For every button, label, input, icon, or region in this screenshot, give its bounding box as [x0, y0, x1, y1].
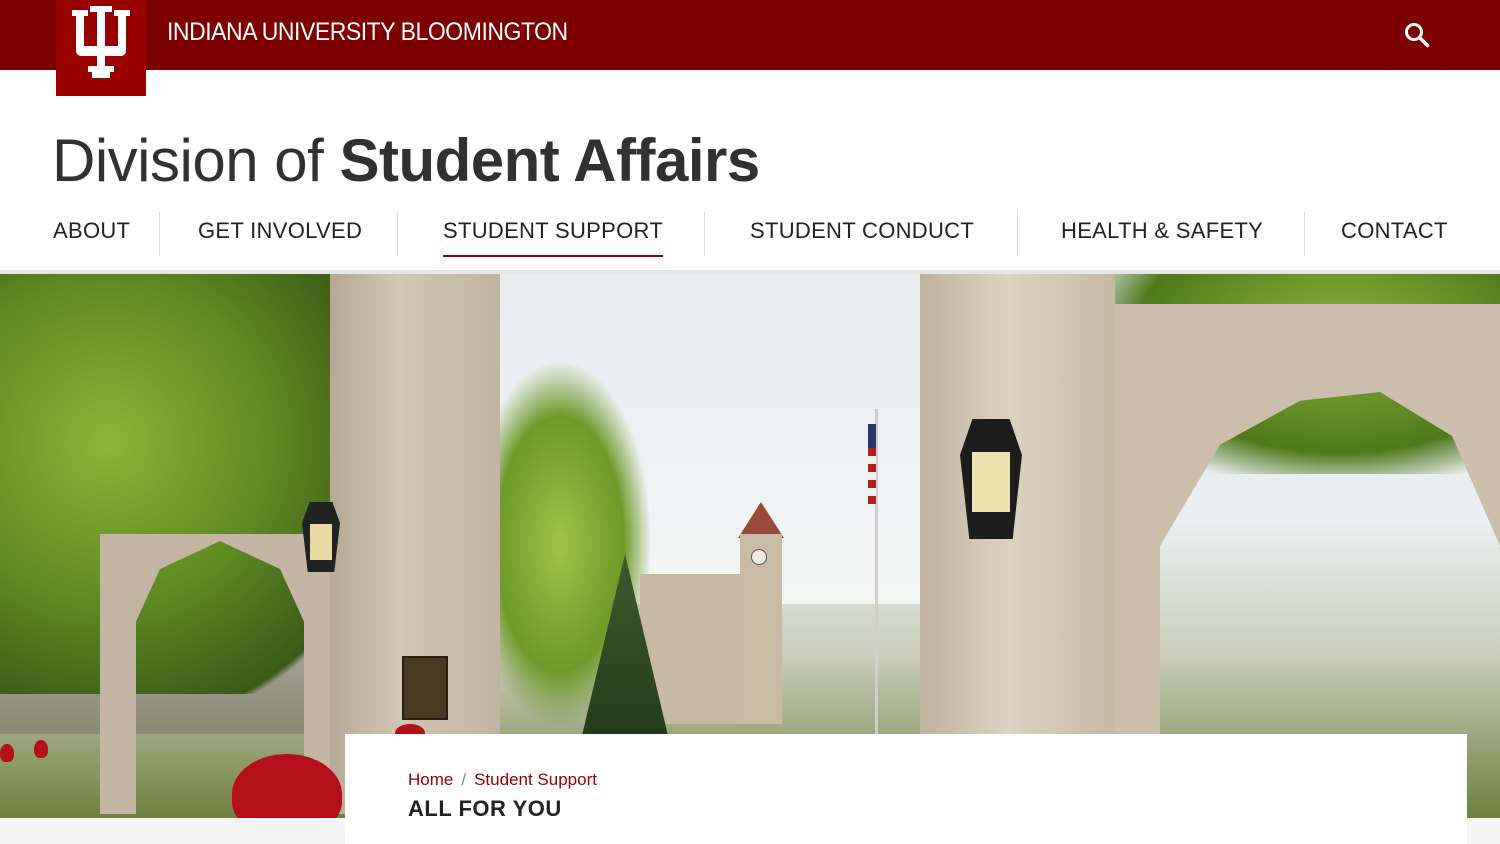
- search-icon: [1405, 23, 1430, 48]
- trident-logo-icon: [72, 6, 130, 78]
- main-nav: ABOUT GET INVOLVED STUDENT SUPPORT STUDE…: [0, 208, 1500, 264]
- tulip-icon: [0, 744, 14, 762]
- nav-divider: [159, 212, 160, 256]
- top-bar: INDIANA UNIVERSITY BLOOMINGTON: [0, 0, 1500, 70]
- nav-health-safety[interactable]: HEALTH & SAFETY: [1061, 208, 1263, 254]
- nav-divider: [1017, 212, 1018, 256]
- nav-get-involved[interactable]: GET INVOLVED: [198, 208, 362, 254]
- nav-about[interactable]: ABOUT: [53, 208, 130, 254]
- hero-plaque: [402, 656, 448, 720]
- nav-contact[interactable]: CONTACT: [1341, 208, 1448, 254]
- search-button[interactable]: [1387, 0, 1447, 70]
- university-name-link[interactable]: INDIANA UNIVERSITY BLOOMINGTON: [167, 18, 568, 47]
- page-title: ALL FOR YOU: [408, 796, 562, 821]
- nav-divider: [397, 212, 398, 256]
- site-title-bold: Student Affairs: [339, 127, 760, 194]
- breadcrumb-home[interactable]: Home: [408, 770, 453, 789]
- iu-logo[interactable]: [56, 0, 146, 96]
- nav-student-conduct[interactable]: STUDENT CONDUCT: [750, 208, 974, 254]
- nav-divider: [1304, 212, 1305, 256]
- breadcrumb-separator: /: [461, 770, 467, 789]
- tulip-icon: [34, 740, 48, 758]
- breadcrumb: Home / Student Support: [408, 770, 597, 790]
- tulip-icon: [232, 754, 342, 824]
- lantern-glass: [310, 524, 332, 560]
- site-title[interactable]: Division of Student Affairs: [52, 126, 760, 195]
- hero-gate-right-pillar: [920, 274, 1115, 744]
- breadcrumb-student-support[interactable]: Student Support: [474, 770, 597, 789]
- lantern-glass: [972, 452, 1010, 512]
- nav-divider: [704, 212, 705, 256]
- site-title-light: Division of: [52, 127, 340, 194]
- hero-gate-right-arch: [1100, 304, 1500, 744]
- clock-icon: [751, 549, 767, 565]
- nav-student-support[interactable]: STUDENT SUPPORT: [443, 208, 664, 257]
- american-flag-icon: [868, 424, 876, 504]
- page-header-card: Home / Student Support ALL FOR YOU: [345, 734, 1467, 844]
